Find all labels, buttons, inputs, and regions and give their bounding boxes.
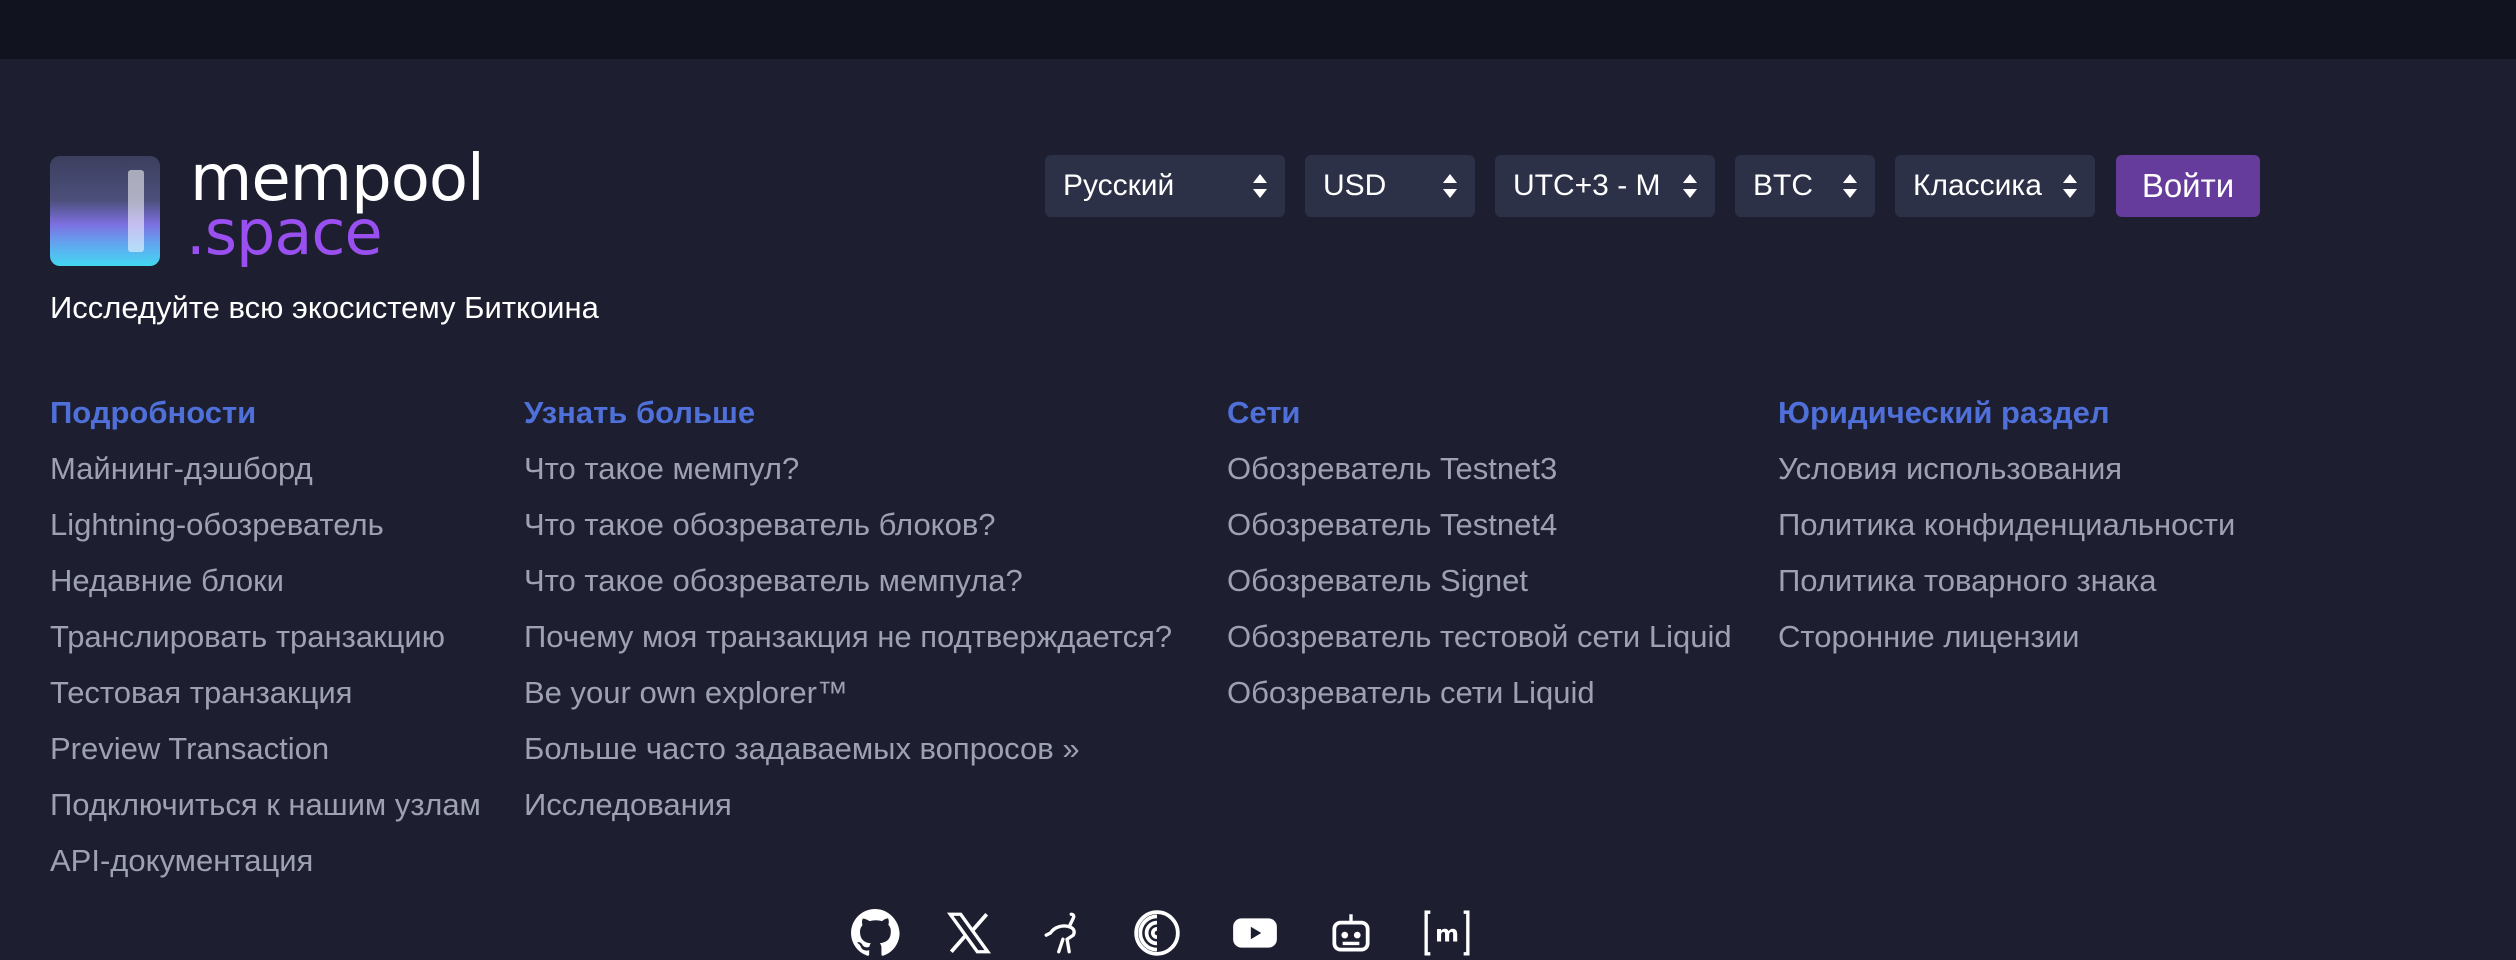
footer-link[interactable]: Обозреватель Testnet3	[1227, 449, 1732, 505]
column-heading: Подробности	[50, 395, 257, 430]
timezone-select[interactable]: UTC+3 - M	[1495, 155, 1715, 217]
nostr-icon[interactable]	[1040, 908, 1090, 958]
column-heading: Сети	[1227, 395, 1301, 430]
footer-link[interactable]: Что такое обозреватель мемпула?	[524, 561, 1172, 617]
unit-select[interactable]: BTC	[1735, 155, 1875, 217]
footer-link[interactable]: API-документация	[50, 841, 481, 897]
logo-wordmark-sub: .space	[186, 196, 383, 269]
select-arrows-icon	[1843, 174, 1857, 198]
footer-link[interactable]: Что такое обозреватель блоков?	[524, 505, 1172, 561]
footer-link[interactable]: Lightning-обозреватель	[50, 505, 481, 561]
language-select[interactable]: Русский	[1045, 155, 1285, 217]
login-button[interactable]: Войти	[2116, 155, 2260, 217]
column-heading: Узнать больше	[524, 395, 756, 430]
currency-select-value: USD	[1323, 169, 1387, 202]
top-bar	[0, 0, 2516, 59]
footer-link[interactable]: Be your own explorer™	[524, 673, 1172, 729]
footer-link[interactable]: Майнинг-дэшборд	[50, 449, 481, 505]
footer-link[interactable]: Исследования	[524, 785, 1172, 841]
footer-link[interactable]: Транслировать транзакцию	[50, 617, 481, 673]
matrix-icon[interactable]: m	[1422, 908, 1472, 958]
telegram-icon[interactable]	[1326, 908, 1376, 958]
mempool-logo[interactable]: mempool .space	[50, 146, 500, 269]
select-arrows-icon	[2063, 174, 2077, 198]
svg-text:m: m	[1435, 921, 1459, 947]
footer-link[interactable]: Обозреватель Testnet4	[1227, 505, 1732, 561]
footer-link[interactable]: Подключиться к нашим узлам	[50, 785, 481, 841]
language-select-value: Русский	[1063, 169, 1175, 202]
theme-select-value: Классика	[1913, 169, 2042, 202]
select-arrows-icon	[1443, 174, 1457, 198]
theme-select[interactable]: Классика	[1895, 155, 2095, 217]
footer-link[interactable]: Почему моя транзакция не подтверждается?	[524, 617, 1172, 673]
footer-link[interactable]: Политика конфиденциальности	[1778, 505, 2235, 561]
x-icon[interactable]	[944, 908, 994, 958]
footer-column-networks: Сети Обозреватель Testnet3 Обозреватель …	[1227, 393, 1732, 729]
column-heading: Юридический раздел	[1778, 395, 2110, 430]
footer-link[interactable]: Недавние блоки	[50, 561, 481, 617]
footer-link[interactable]: Больше часто задаваемых вопросов »	[524, 729, 1172, 785]
footer-column-explore: Подробности Майнинг-дэшборд Lightning-об…	[50, 393, 481, 897]
footer-link[interactable]: Preview Transaction	[50, 729, 481, 785]
footer-column-learn: Узнать больше Что такое мемпул? Что тако…	[524, 393, 1172, 841]
footer-link[interactable]: Что такое мемпул?	[524, 449, 1172, 505]
footer-link[interactable]: Обозреватель сети Liquid	[1227, 673, 1732, 729]
footer-link[interactable]: Сторонние лицензии	[1778, 617, 2235, 673]
footer-link[interactable]: Тестовая транзакция	[50, 673, 481, 729]
github-icon[interactable]	[850, 908, 900, 958]
select-arrows-icon	[1253, 174, 1267, 198]
logo-mark-icon	[50, 156, 160, 266]
unit-select-value: BTC	[1753, 169, 1813, 202]
select-arrows-icon	[1683, 174, 1697, 198]
footer-link[interactable]: Политика товарного знака	[1778, 561, 2235, 617]
tagline: Исследуйте всю экосистему Биткоина	[50, 290, 599, 325]
footer-column-legal: Юридический раздел Условия использования…	[1778, 393, 2235, 673]
footer-link[interactable]: Обозреватель тестовой сети Liquid	[1227, 617, 1732, 673]
footer-link[interactable]: Обозреватель Signet	[1227, 561, 1732, 617]
footer-link[interactable]: Условия использования	[1778, 449, 2235, 505]
currency-select[interactable]: USD	[1305, 155, 1475, 217]
youtube-icon[interactable]	[1230, 908, 1280, 958]
bluesky-icon[interactable]	[1132, 908, 1182, 958]
timezone-select-value: UTC+3 - M	[1513, 169, 1661, 202]
